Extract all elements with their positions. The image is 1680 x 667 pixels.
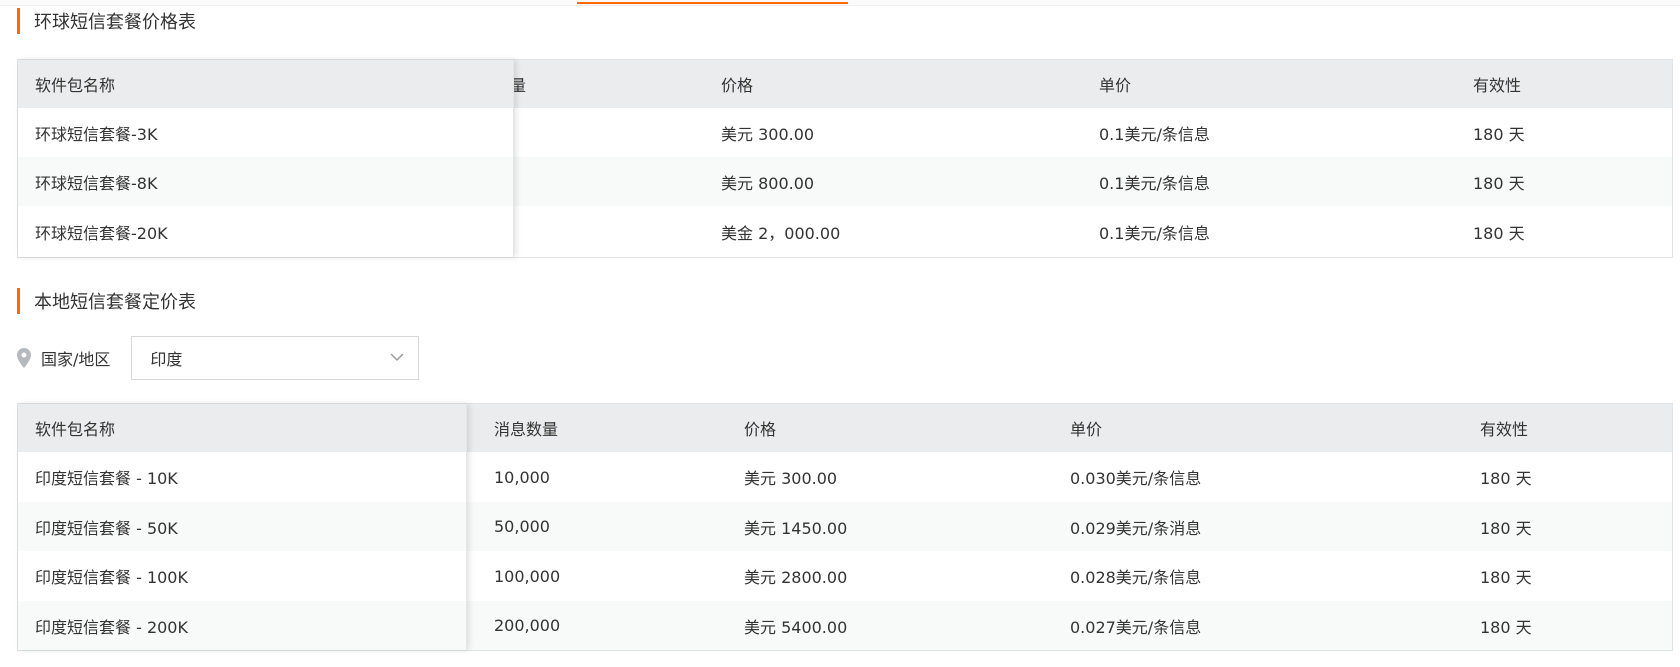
table-header-row: 软件包名称 <box>18 60 513 108</box>
column-header-validity: 有效性 <box>1480 420 1529 439</box>
column-header-price: 价格 <box>721 76 754 95</box>
unit-price-cell: 0.1美元/条信息 <box>1099 173 1210 193</box>
frozen-name-column: 软件包名称 环球短信套餐-3K 环球短信套餐-8K 环球短信套餐-20K <box>18 60 514 257</box>
validity-cell: 180 天 <box>1480 568 1532 587</box>
active-tab-indicator <box>577 2 848 4</box>
price-cell: 美金 2，000.00 <box>721 223 841 243</box>
package-name-cell: 环球短信套餐-20K <box>35 223 168 243</box>
price-cell: 美元 2800.00 <box>744 568 848 587</box>
column-header-validity: 有效性 <box>1473 76 1522 95</box>
message-count-cell: 50,000 <box>494 517 550 536</box>
unit-price-cell: 0.029美元/条消息 <box>1070 518 1202 538</box>
global-section-heading: 环球短信套餐价格表 <box>17 6 196 36</box>
column-header-package-name: 软件包名称 <box>35 76 116 95</box>
validity-cell: 180 天 <box>1480 469 1532 488</box>
price-cell: 美元 800.00 <box>721 173 815 193</box>
validity-cell: 180 天 <box>1473 124 1525 144</box>
top-tab-bar <box>0 0 1680 6</box>
price-cell: 美元 1450.00 <box>744 518 848 538</box>
heading-accent-bar <box>17 288 20 314</box>
message-count-cell: 10,000 <box>494 467 550 487</box>
unit-price-cell: 0.027美元/条信息 <box>1070 617 1202 637</box>
table-row: 环球短信套餐-3K <box>18 108 513 157</box>
local-section-title: 本地短信套餐定价表 <box>34 292 196 313</box>
unit-price-cell: 0.028美元/条信息 <box>1070 568 1202 587</box>
column-header-unit-price: 单价 <box>1099 76 1132 95</box>
validity-cell: 180 天 <box>1473 173 1525 193</box>
column-header-message-count: 消息数量 <box>494 420 559 439</box>
location-pin-icon <box>17 348 31 368</box>
message-count-cell: 200,000 <box>494 616 561 635</box>
unit-price-cell: 0.1美元/条信息 <box>1099 124 1210 144</box>
global-price-table: 量 价格 单价 有效性 美元 300.00 0.1美元/条信息 180 天 美元… <box>17 59 1673 258</box>
validity-cell: 180 天 <box>1480 518 1532 538</box>
validity-cell: 180 天 <box>1480 617 1532 637</box>
column-header-unit-price: 单价 <box>1070 420 1103 439</box>
country-filter-label: 国家/地区 <box>41 350 111 369</box>
table-row: 环球短信套餐-8K <box>18 157 513 206</box>
package-name-cell: 印度短信套餐 - 10K <box>35 469 178 488</box>
package-name-cell: 环球短信套餐-3K <box>35 124 158 144</box>
price-cell: 美元 5400.00 <box>744 617 848 637</box>
package-name-cell: 印度短信套餐 - 100K <box>35 568 188 587</box>
column-header-price: 价格 <box>744 420 777 439</box>
heading-accent-bar <box>17 8 20 34</box>
country-filter: 国家/地区 印度 <box>17 336 420 380</box>
message-count-cell: 100,000 <box>494 566 561 586</box>
table-header-row: 软件包名称 <box>18 404 466 452</box>
validity-cell: 180 天 <box>1473 223 1525 243</box>
country-select-value: 印度 <box>150 350 183 369</box>
global-section-title: 环球短信套餐价格表 <box>34 12 196 33</box>
chevron-down-icon <box>390 353 404 362</box>
unit-price-cell: 0.030美元/条信息 <box>1070 469 1202 488</box>
frozen-name-column: 软件包名称 印度短信套餐 - 10K 印度短信套餐 - 50K 印度短信套餐 -… <box>18 404 467 650</box>
country-select[interactable]: 印度 <box>131 336 420 380</box>
price-cell: 美元 300.00 <box>721 124 815 144</box>
package-name-cell: 印度短信套餐 - 200K <box>35 617 188 637</box>
table-row: 印度短信套餐 - 10K <box>18 452 466 502</box>
table-row: 印度短信套餐 - 100K <box>18 551 466 601</box>
table-row: 印度短信套餐 - 200K <box>18 601 466 650</box>
table-row: 环球短信套餐-20K <box>18 206 513 257</box>
unit-price-cell: 0.1美元/条信息 <box>1099 223 1210 243</box>
price-cell: 美元 300.00 <box>744 469 838 488</box>
local-section-heading: 本地短信套餐定价表 <box>17 286 196 316</box>
package-name-cell: 印度短信套餐 - 50K <box>35 518 178 538</box>
column-header-package-name: 软件包名称 <box>35 420 116 439</box>
local-price-table: 消息数量 价格 单价 有效性 10,000 美元 300.00 0.030美元/… <box>17 403 1673 651</box>
table-row: 印度短信套餐 - 50K <box>18 502 466 551</box>
package-name-cell: 环球短信套餐-8K <box>35 173 158 193</box>
